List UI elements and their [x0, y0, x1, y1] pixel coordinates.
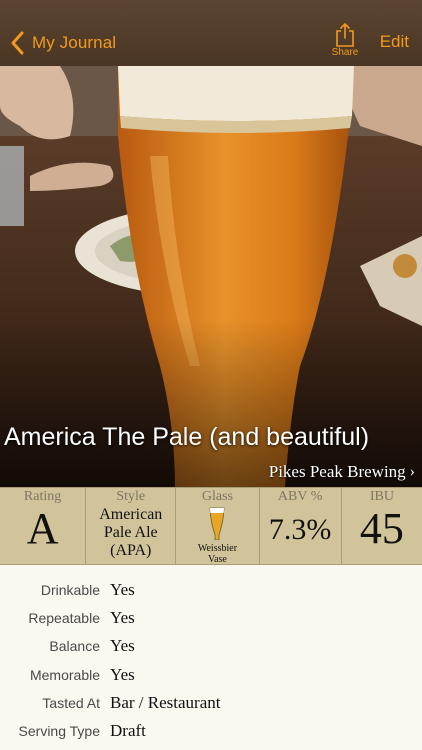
style-line: (APA): [110, 542, 152, 559]
chevron-left-icon: [11, 31, 24, 55]
glass-label: Glass: [201, 489, 233, 504]
detail-row-drinkable: Drinkable Yes: [0, 576, 422, 604]
stats-bar: Rating A Style American Pale Ale (APA) G…: [0, 487, 422, 565]
style-line: Pale Ale: [103, 524, 158, 541]
detail-label: Serving Type: [18, 723, 100, 740]
glass-caption: Weissbier Vase: [176, 543, 258, 565]
detail-value: Bar / Restaurant: [110, 692, 221, 712]
glass-stat: Glass Weissbier Vase: [176, 488, 260, 565]
detail-row-memorable: Memorable Yes: [0, 661, 422, 689]
detail-value: Draft: [110, 721, 146, 741]
detail-label: Drinkable: [40, 582, 100, 599]
rating-value: A: [26, 504, 59, 553]
detail-label: Memorable: [29, 666, 100, 683]
share-label: Share: [331, 47, 359, 58]
detail-label: Repeatable: [28, 610, 100, 627]
detail-value: Yes: [110, 608, 135, 628]
brewery-link[interactable]: Pikes Peak Brewing ›: [269, 462, 415, 482]
detail-value: Yes: [110, 664, 135, 684]
beer-name: America The Pale (and beautiful): [4, 423, 370, 451]
style-value: American Pale Ale (APA): [86, 506, 175, 560]
rating-stat: Rating A: [0, 488, 87, 564]
share-icon: [336, 23, 354, 47]
detail-value: Yes: [110, 636, 135, 656]
detail-row-serving-type: Serving Type Draft: [0, 717, 422, 745]
glass-caption-line: Vase: [207, 554, 227, 565]
ibu-label: IBU: [369, 489, 394, 504]
style-label: Style: [116, 489, 146, 504]
back-button[interactable]: My Journal: [10, 28, 116, 58]
detail-label: Tasted At: [42, 694, 100, 711]
detail-value: Yes: [110, 580, 135, 600]
abv-label: ABV %: [277, 489, 323, 504]
detail-row-repeatable: Repeatable Yes: [0, 604, 422, 632]
detail-row-balance: Balance Yes: [0, 632, 422, 660]
ibu-stat: IBU 45: [342, 488, 422, 564]
chevron-right-icon: ›: [409, 463, 415, 480]
abv-value: 7.3%: [268, 513, 332, 546]
rating-label: Rating: [23, 489, 62, 504]
navigation-bar: My Journal Share Edit: [0, 0, 422, 66]
back-label: My Journal: [32, 33, 117, 52]
detail-label: Balance: [49, 638, 100, 655]
abv-stat: ABV % 7.3%: [260, 488, 342, 564]
style-stat: Style American Pale Ale (APA): [86, 488, 177, 564]
glass-caption-line: Weissbier: [197, 543, 238, 554]
weissbier-glass-icon: [209, 507, 225, 542]
edit-button[interactable]: Edit: [380, 32, 409, 52]
detail-row-tasted-at: Tasted At Bar / Restaurant: [0, 689, 422, 717]
ibu-value: 45: [359, 504, 404, 553]
style-line: American: [99, 506, 163, 523]
share-button[interactable]: Share: [327, 22, 363, 62]
beer-photo: America The Pale (and beautiful) Pikes P…: [0, 66, 422, 487]
details-list: Drinkable Yes Repeatable Yes Balance Yes…: [0, 576, 422, 745]
brewery-name: Pikes Peak Brewing: [268, 462, 406, 481]
